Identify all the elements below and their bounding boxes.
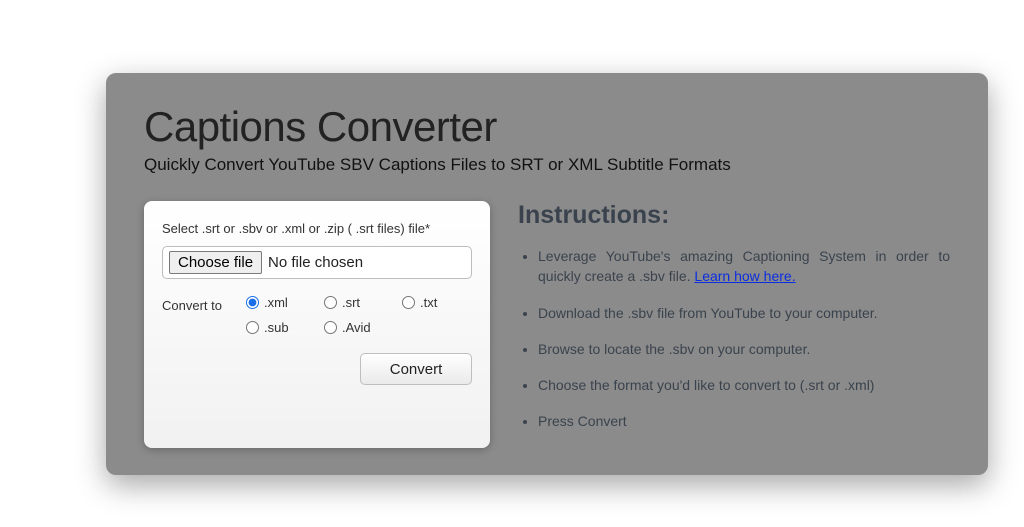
radio-avid-label: .Avid — [342, 320, 371, 335]
radio-txt-label: .txt — [420, 295, 437, 310]
file-input-row[interactable]: Choose file No file chosen — [162, 246, 472, 279]
file-select-label: Select .srt or .sbv or .xml or .zip ( .s… — [162, 221, 472, 236]
convert-button[interactable]: Convert — [360, 353, 472, 385]
page-subtitle: Quickly Convert YouTube SBV Captions Fil… — [144, 155, 950, 175]
instruction-item-2: Browse to locate the .sbv on your comput… — [538, 339, 950, 359]
radio-avid[interactable]: .Avid — [324, 320, 402, 335]
radio-xml[interactable]: .xml — [246, 295, 324, 310]
choose-file-button[interactable]: Choose file — [169, 251, 262, 274]
format-radio-group: .xml .srt .txt .sub — [246, 295, 462, 335]
file-chosen-status: No file chosen — [268, 254, 363, 271]
convert-to-label: Convert to — [162, 295, 222, 313]
radio-txt[interactable]: .txt — [402, 295, 462, 310]
instructions-column: Instructions: Leverage YouTube's amazing… — [518, 201, 950, 448]
radio-sub[interactable]: .sub — [246, 320, 324, 335]
convert-button-wrap: Convert — [162, 353, 472, 385]
radio-sub-input[interactable] — [246, 321, 259, 334]
converter-card: Select .srt or .sbv or .xml or .zip ( .s… — [144, 201, 490, 448]
radio-srt-input[interactable] — [324, 296, 337, 309]
radio-sub-label: .sub — [264, 320, 289, 335]
instructions-heading: Instructions: — [518, 201, 950, 230]
instruction-item-4: Press Convert — [538, 411, 950, 431]
content-columns: Select .srt or .sbv or .xml or .zip ( .s… — [144, 201, 950, 448]
radio-txt-input[interactable] — [402, 296, 415, 309]
learn-how-link[interactable]: Learn how here. — [694, 268, 795, 284]
radio-xml-label: .xml — [264, 295, 288, 310]
instruction-item-0: Leverage YouTube's amazing Captioning Sy… — [538, 246, 950, 287]
instruction-item-3: Choose the format you'd like to convert … — [538, 375, 950, 395]
convert-to-row: Convert to .xml .srt .txt — [162, 295, 472, 335]
radio-avid-input[interactable] — [324, 321, 337, 334]
instructions-list: Leverage YouTube's amazing Captioning Sy… — [518, 246, 950, 432]
radio-srt[interactable]: .srt — [324, 295, 402, 310]
instruction-item-1: Download the .sbv file from YouTube to y… — [538, 303, 950, 323]
radio-srt-label: .srt — [342, 295, 360, 310]
main-panel: Captions Converter Quickly Convert YouTu… — [106, 73, 988, 475]
radio-xml-input[interactable] — [246, 296, 259, 309]
page-title: Captions Converter — [144, 103, 950, 151]
